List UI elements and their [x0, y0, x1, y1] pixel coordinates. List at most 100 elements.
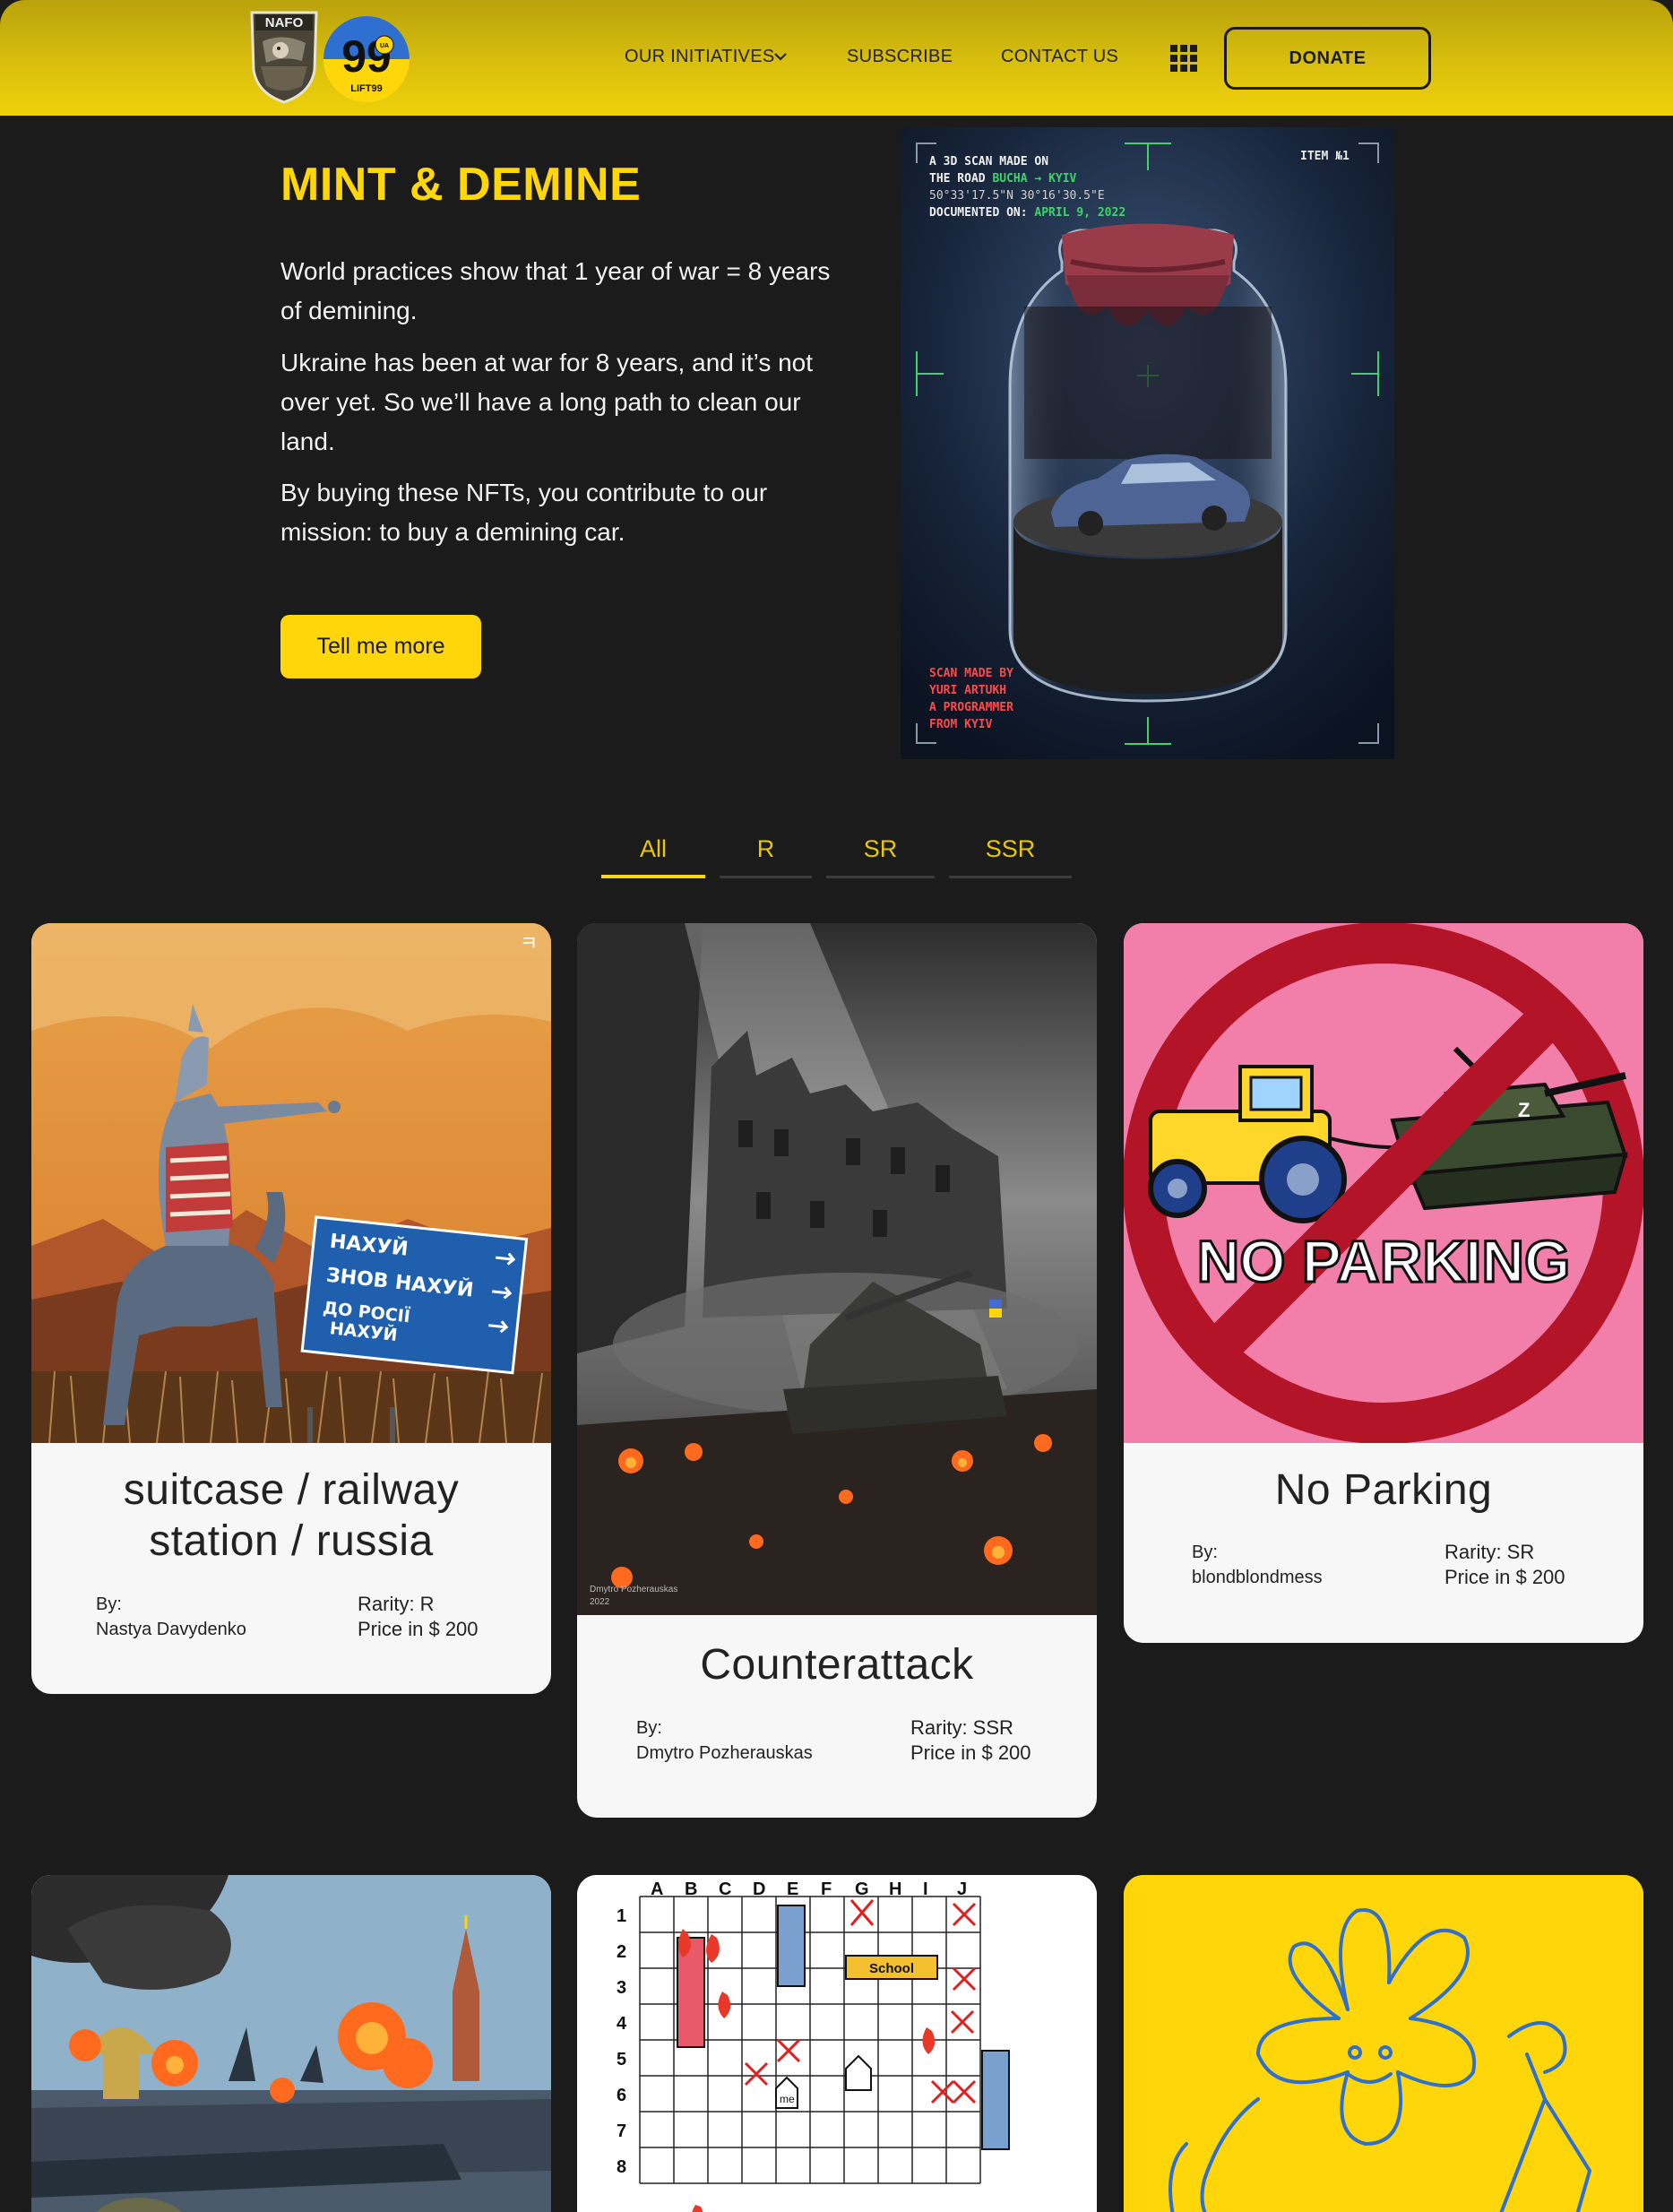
svg-text:NO PARKING: NO PARKING [1197, 1228, 1571, 1294]
nft-card-title: suitcase / railway station / russia [31, 1465, 551, 1567]
nft-artwork-flower-doodle [1124, 1875, 1643, 2212]
nft-card[interactable]: НАХУЙ ЗНОВ НАХУЙ ДО РОСІЇ НАХУЙ ㅋ suitca… [31, 923, 551, 1694]
svg-text:YURI ARTUKH: YURI ARTUKH [929, 684, 1006, 697]
author-name: Dmytro Pozherauskas [636, 1743, 813, 1763]
grid-row-label: 3 [617, 1978, 626, 1998]
svg-text:LIFT99: LIFT99 [350, 83, 382, 94]
svg-text:SCAN MADE BY: SCAN MADE BY [929, 667, 1013, 680]
grid-row-label: 4 [617, 2014, 627, 2034]
filter-tab-sr[interactable]: SR [826, 835, 935, 878]
hero-paragraph: By buying these NFTs, you contribute to … [280, 479, 768, 546]
lift99-logo[interactable]: 99 UA LIFT99 [320, 13, 413, 106]
grid-col-label: H [889, 1879, 901, 1899]
title-line: station / russia [149, 1517, 434, 1565]
tab-underline [949, 876, 1072, 878]
filter-tab-ssr[interactable]: SSR [949, 835, 1072, 878]
site-header: NAFO 99 UA LIFT99 OUR INITIATIVES SUBSCR… [0, 0, 1673, 116]
author-name: Nastya Davydenko [96, 1620, 246, 1639]
title-line: suitcase / railway [123, 1466, 460, 1514]
hero-paragraph: World practices show that 1 year of war … [280, 257, 831, 324]
svg-text:A 3D SCAN MADE ON: A 3D SCAN MADE ON [929, 155, 1048, 168]
filter-tab-label: SSR [985, 835, 1036, 862]
grid-row-label: 7 [617, 2121, 626, 2141]
svg-text:Dmytro Pozherauskas: Dmytro Pozherauskas [590, 1585, 677, 1594]
hero-title: MINT & DEMINE [280, 159, 642, 211]
donate-button[interactable]: DONATE [1224, 27, 1431, 90]
svg-text:UA: UA [380, 43, 389, 49]
grid-col-label: B [685, 1879, 697, 1899]
grid-col-label: I [923, 1879, 928, 1899]
nft-card-title: Counterattack [700, 1641, 974, 1689]
svg-text:Z: Z [1518, 1099, 1530, 1121]
nft-artwork-counterattack: Dmytro Pozherauskas 2022 [577, 923, 1097, 1615]
svg-text:School: School [869, 1961, 914, 1976]
grid-row-label: 1 [617, 1906, 626, 1926]
price-label: Price in $ 200 [1444, 1566, 1565, 1588]
filter-tab-all[interactable]: All [601, 835, 705, 878]
svg-text:THE ROAD BUCHA → KYIV: THE ROAD BUCHA → KYIV [929, 172, 1077, 186]
rarity-label: Rarity: R [358, 1593, 435, 1615]
svg-text:DOCUMENTED ON: APRIL 9, 2022: DOCUMENTED ON: APRIL 9, 2022 [929, 206, 1125, 220]
author-name: blondblondmess [1192, 1568, 1323, 1587]
nft-card[interactable]: Dmytro Pozherauskas 2022 Counterattack B… [577, 923, 1097, 1818]
nft-card[interactable] [31, 1875, 551, 2212]
by-label: By: [1192, 1542, 1218, 1562]
grid-col-label: A [651, 1879, 663, 1899]
filter-tab-label: R [756, 835, 775, 862]
filter-tab-label: All [639, 835, 667, 862]
nft-card-details: Rarity: R Price in $ 200 [358, 1592, 479, 1642]
nft-artwork-suitcase: НАХУЙ ЗНОВ НАХУЙ ДО РОСІЇ НАХУЙ ㅋ [31, 923, 551, 1443]
grid-row-label: 8 [617, 2157, 626, 2177]
grid-row-label: 6 [617, 2086, 626, 2105]
grid-col-label: J [957, 1879, 967, 1899]
nft-card[interactable]: A B C D E F GH I J 1 2 3 4 5 6 7 8 School me [577, 1875, 1097, 2212]
grid-col-label: F [821, 1879, 832, 1899]
svg-text:ITEM №1: ITEM №1 [1300, 150, 1350, 163]
svg-text:2022: 2022 [590, 1597, 610, 1607]
nft-card[interactable] [1124, 1875, 1643, 2212]
grid-col-label: G [855, 1879, 869, 1899]
filter-tab-label: SR [863, 835, 898, 862]
by-label: By: [96, 1594, 122, 1614]
tab-underline [826, 876, 935, 878]
nav-subscribe[interactable]: SUBSCRIBE [847, 47, 953, 67]
nft-card-title: No Parking [1274, 1466, 1493, 1514]
grid-col-label: D [753, 1879, 765, 1899]
svg-text:A PROGRAMMER: A PROGRAMMER [929, 701, 1013, 714]
nft-card-details: Rarity: SSR Price in $ 200 [910, 1715, 1031, 1766]
jar-scan-artwork[interactable]: ITEM №1 A 3D SCAN MADE ON THE ROAD BUCHA… [901, 127, 1394, 759]
nft-card[interactable]: Z NO PARKING No Parking By: blondblondme… [1124, 923, 1643, 1643]
apps-grid-icon[interactable] [1170, 45, 1197, 72]
svg-text:FROM KYIV: FROM KYIV [929, 718, 993, 731]
tab-underline [601, 875, 705, 878]
price-label: Price in $ 200 [358, 1618, 479, 1640]
nft-card-author: By: Nastya Davydenko [96, 1592, 246, 1642]
grid-row-label: 5 [617, 2050, 626, 2069]
nft-artwork-battleship-grid: A B C D E F G H I J 1 2 3 4 5 6 7 8 School me [577, 1875, 1097, 2212]
nft-card-author: By: Dmytro Pozherauskas [636, 1715, 813, 1766]
by-label: By: [636, 1718, 662, 1738]
nft-artwork-no-parking: Z NO PARKING [1124, 923, 1643, 1443]
rarity-label: Rarity: SR [1444, 1541, 1535, 1563]
svg-text:NAFO: NAFO [265, 15, 304, 30]
rarity-label: Rarity: SSR [910, 1716, 1013, 1739]
grid-col-label: E [787, 1879, 798, 1899]
nafo-logo[interactable]: NAFO [248, 7, 320, 104]
svg-text:50°33'17.5"N 30°16'30.5"E: 50°33'17.5"N 30°16'30.5"E [929, 189, 1105, 203]
page-frame: NAFO 99 UA LIFT99 OUR INITIATIVES SUBSCR… [0, 0, 1673, 2212]
price-label: Price in $ 200 [910, 1741, 1031, 1764]
nft-card-details: Rarity: SR Price in $ 200 [1444, 1540, 1565, 1590]
tab-underline [720, 876, 812, 878]
nav-our-initiatives[interactable]: OUR INITIATIVES [625, 47, 774, 67]
grid-col-label: C [719, 1879, 731, 1899]
tell-me-more-button[interactable]: Tell me more [280, 615, 481, 678]
svg-text:me: me [780, 2093, 795, 2105]
nft-card-author: By: blondblondmess [1192, 1540, 1323, 1590]
grid-row-label: 2 [617, 1942, 626, 1962]
chevron-down-icon[interactable] [772, 50, 789, 63]
filter-tab-r[interactable]: R [720, 835, 812, 878]
svg-text:ㅋ: ㅋ [520, 933, 538, 955]
nft-artwork-burning-kremlin [31, 1875, 551, 2212]
hero-paragraph: Ukraine has been at war for 8 years, and… [280, 349, 814, 455]
nav-contact-us[interactable]: CONTACT US [1001, 47, 1118, 67]
